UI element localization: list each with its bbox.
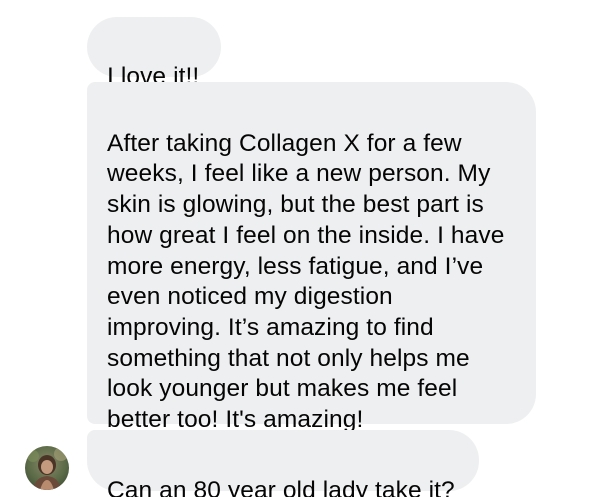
avatar[interactable] (25, 446, 69, 490)
message-text: Can an 80 year old lady take it? (107, 476, 455, 497)
message-bubble[interactable]: After taking Collagen X for a few weeks,… (87, 82, 536, 433)
user-photo-avatar-icon (25, 446, 69, 490)
message-text: After taking Collagen X for a few weeks,… (107, 129, 505, 434)
message-bubble[interactable]: Can an 80 year old lady take it? (87, 430, 479, 497)
message-bubble[interactable]: I love it!! (87, 17, 221, 90)
